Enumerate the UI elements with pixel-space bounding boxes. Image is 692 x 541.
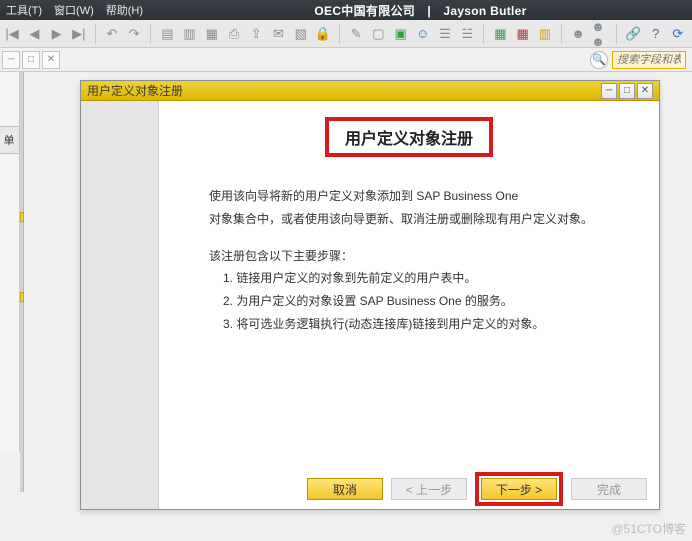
help-icon[interactable]: ? xyxy=(646,23,666,45)
user-icon[interactable]: ☻ xyxy=(568,23,588,45)
layout-icon[interactable]: ▦ xyxy=(202,23,222,45)
mail-icon[interactable]: ✉ xyxy=(268,23,288,45)
print-icon[interactable]: ⎙ xyxy=(224,23,244,45)
forward-icon[interactable]: ↷ xyxy=(124,23,144,45)
window-restore-icon[interactable]: □ xyxy=(619,83,635,99)
chat2-icon[interactable]: ☱ xyxy=(457,23,477,45)
menu-tools[interactable]: 工具(T) xyxy=(0,0,48,20)
nav-next-icon[interactable]: ▶ xyxy=(46,23,66,45)
left-panel-fragment: 单 xyxy=(0,72,20,452)
edit-icon[interactable]: ✎ xyxy=(346,23,366,45)
alert-icon[interactable]: ▦ xyxy=(513,23,533,45)
wizard-button-bar: 取消 < 上一步 下一步 > 完成 xyxy=(159,469,659,509)
finish-button: 完成 xyxy=(571,478,647,500)
chart-icon[interactable]: ▥ xyxy=(535,23,555,45)
search-box: 🔍 xyxy=(590,51,686,69)
refresh-icon[interactable]: ⟳ xyxy=(668,23,688,45)
wizard-intro-line2: 对象集合中，或者使用该向导更新、取消注册或删除现有用户定义对象。 xyxy=(209,208,631,231)
menu-window[interactable]: 窗口(W) xyxy=(48,0,100,20)
next-button[interactable]: 下一步 > xyxy=(481,478,557,500)
person-icon[interactable]: ☺ xyxy=(413,23,433,45)
window-minimize-icon[interactable]: ─ xyxy=(601,83,617,99)
sub-close-icon[interactable]: ✕ xyxy=(42,51,60,69)
export-icon[interactable]: ⇪ xyxy=(246,23,266,45)
gutter-marker xyxy=(20,212,24,222)
calendar-icon[interactable]: ▦ xyxy=(490,23,510,45)
note-icon[interactable]: ▢ xyxy=(368,23,388,45)
doc2-icon[interactable]: ▥ xyxy=(179,23,199,45)
nav-prev-icon[interactable]: ◀ xyxy=(24,23,44,45)
toolbar-separator xyxy=(339,24,340,44)
sub-toolbar: ─ □ ✕ 🔍 xyxy=(0,48,692,72)
app-menubar: 工具(T) 窗口(W) 帮助(H) OEC中国有限公司 | Jayson But… xyxy=(0,0,692,20)
wizard-step3: 3. 将可选业务逻辑执行(动态连接库)链接到用户定义的对象。 xyxy=(223,313,631,336)
wizard-heading-highlight: 用户定义对象注册 xyxy=(325,117,493,157)
lock-icon[interactable]: 🔒 xyxy=(313,23,333,45)
gutter-strip xyxy=(20,72,24,492)
wizard-step2: 2. 为用户定义的对象设置 SAP Business One 的服务。 xyxy=(223,290,631,313)
chat-icon[interactable]: ☰ xyxy=(435,23,455,45)
wizard-step1: 1. 链接用户定义的对象到先前定义的用户表中。 xyxy=(223,267,631,290)
toolbar-separator xyxy=(616,24,617,44)
wizard-sidebar xyxy=(81,101,159,509)
search-icon[interactable]: 🔍 xyxy=(590,51,608,69)
sub-restore-icon[interactable]: □ xyxy=(22,51,40,69)
link-icon[interactable]: 🔗 xyxy=(623,23,643,45)
window-close-icon[interactable]: ✕ xyxy=(637,83,653,99)
wizard-window: 用户定义对象注册 ─ □ ✕ 用户定义对象注册 使用该向导将新的用户定义对象添加… xyxy=(80,80,660,510)
toolbar-separator xyxy=(561,24,562,44)
gutter-marker xyxy=(20,292,24,302)
wizard-titlebar[interactable]: 用户定义对象注册 ─ □ ✕ xyxy=(81,81,659,101)
left-tab[interactable]: 单 xyxy=(0,126,20,154)
back-button[interactable]: < 上一步 xyxy=(391,478,467,500)
excel-icon[interactable]: ▧ xyxy=(291,23,311,45)
wizard-title-text: 用户定义对象注册 xyxy=(87,82,599,99)
main-toolbar: |◀ ◀ ▶ ▶| ↶ ↷ ▤ ▥ ▦ ⎙ ⇪ ✉ ▧ 🔒 ✎ ▢ ▣ ☺ ☰ … xyxy=(0,20,692,48)
nav-first-icon[interactable]: |◀ xyxy=(2,23,22,45)
search-input[interactable] xyxy=(612,51,686,69)
toolbar-separator xyxy=(483,24,484,44)
group-icon[interactable]: ☻☻ xyxy=(590,23,610,45)
back-icon[interactable]: ↶ xyxy=(102,23,122,45)
wizard-steps-title: 该注册包含以下主要步骤： xyxy=(209,245,631,268)
next-button-highlight: 下一步 > xyxy=(475,472,563,506)
wizard-intro-line1: 使用该向导将新的用户定义对象添加到 SAP Business One xyxy=(209,185,631,208)
watermark-text: @51CTO博客 xyxy=(611,520,686,537)
cancel-button[interactable]: 取消 xyxy=(307,478,383,500)
nav-last-icon[interactable]: ▶| xyxy=(69,23,89,45)
app-title: OEC中国有限公司 | Jayson Butler xyxy=(149,2,692,19)
wizard-content: 用户定义对象注册 使用该向导将新的用户定义对象添加到 SAP Business … xyxy=(159,101,659,509)
check-icon[interactable]: ▣ xyxy=(390,23,410,45)
wizard-heading: 用户定义对象注册 xyxy=(345,131,473,148)
toolbar-separator xyxy=(150,24,151,44)
toolbar-separator xyxy=(95,24,96,44)
doc-icon[interactable]: ▤ xyxy=(157,23,177,45)
sub-min-icon[interactable]: ─ xyxy=(2,51,20,69)
menu-help[interactable]: 帮助(H) xyxy=(100,0,149,20)
